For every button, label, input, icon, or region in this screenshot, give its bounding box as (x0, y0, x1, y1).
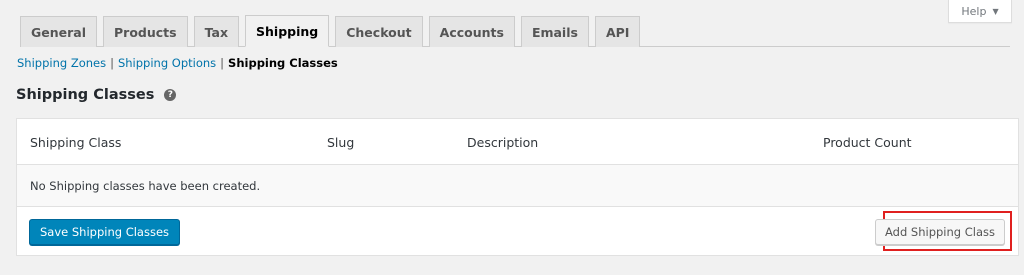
section-heading: Shipping Classes ? (16, 87, 177, 103)
subnav-shipping-zones[interactable]: Shipping Zones (17, 56, 106, 70)
subnav-separator: | (110, 56, 114, 70)
shipping-classes-table: Shipping Class Slug Description Product … (16, 118, 1019, 256)
subnav-separator: | (220, 56, 225, 70)
settings-tabs: General Products Tax Shipping Checkout A… (20, 15, 1010, 47)
table-header: Shipping Class Slug Description Product … (17, 119, 1018, 165)
page-title: Shipping Classes (16, 87, 155, 103)
tab-tax[interactable]: Tax (193, 16, 240, 47)
tab-general[interactable]: General (20, 16, 97, 47)
tab-emails[interactable]: Emails (520, 16, 589, 47)
tab-shipping[interactable]: Shipping (245, 15, 330, 47)
subnav-shipping-options[interactable]: Shipping Options (118, 56, 216, 70)
tab-api[interactable]: API (594, 16, 641, 47)
column-header-slug: Slug (327, 135, 355, 150)
help-tip-icon[interactable]: ? (164, 89, 177, 101)
column-header-product-count: Product Count (823, 135, 912, 150)
shipping-subnav: Shipping Zones | Shipping Options | Ship… (17, 56, 338, 70)
empty-table-message: No Shipping classes have been created. (17, 165, 1018, 207)
table-footer: Save Shipping Classes Add Shipping Class (17, 207, 1018, 255)
column-header-shipping-class: Shipping Class (30, 135, 122, 150)
tab-accounts[interactable]: Accounts (428, 16, 515, 47)
subnav-shipping-classes: Shipping Classes (228, 56, 338, 70)
tab-products[interactable]: Products (103, 16, 188, 47)
add-shipping-class-button[interactable]: Add Shipping Class (875, 219, 1005, 245)
save-shipping-classes-button[interactable]: Save Shipping Classes (29, 219, 181, 245)
column-header-description: Description (467, 135, 539, 150)
tab-checkout[interactable]: Checkout (335, 16, 423, 47)
